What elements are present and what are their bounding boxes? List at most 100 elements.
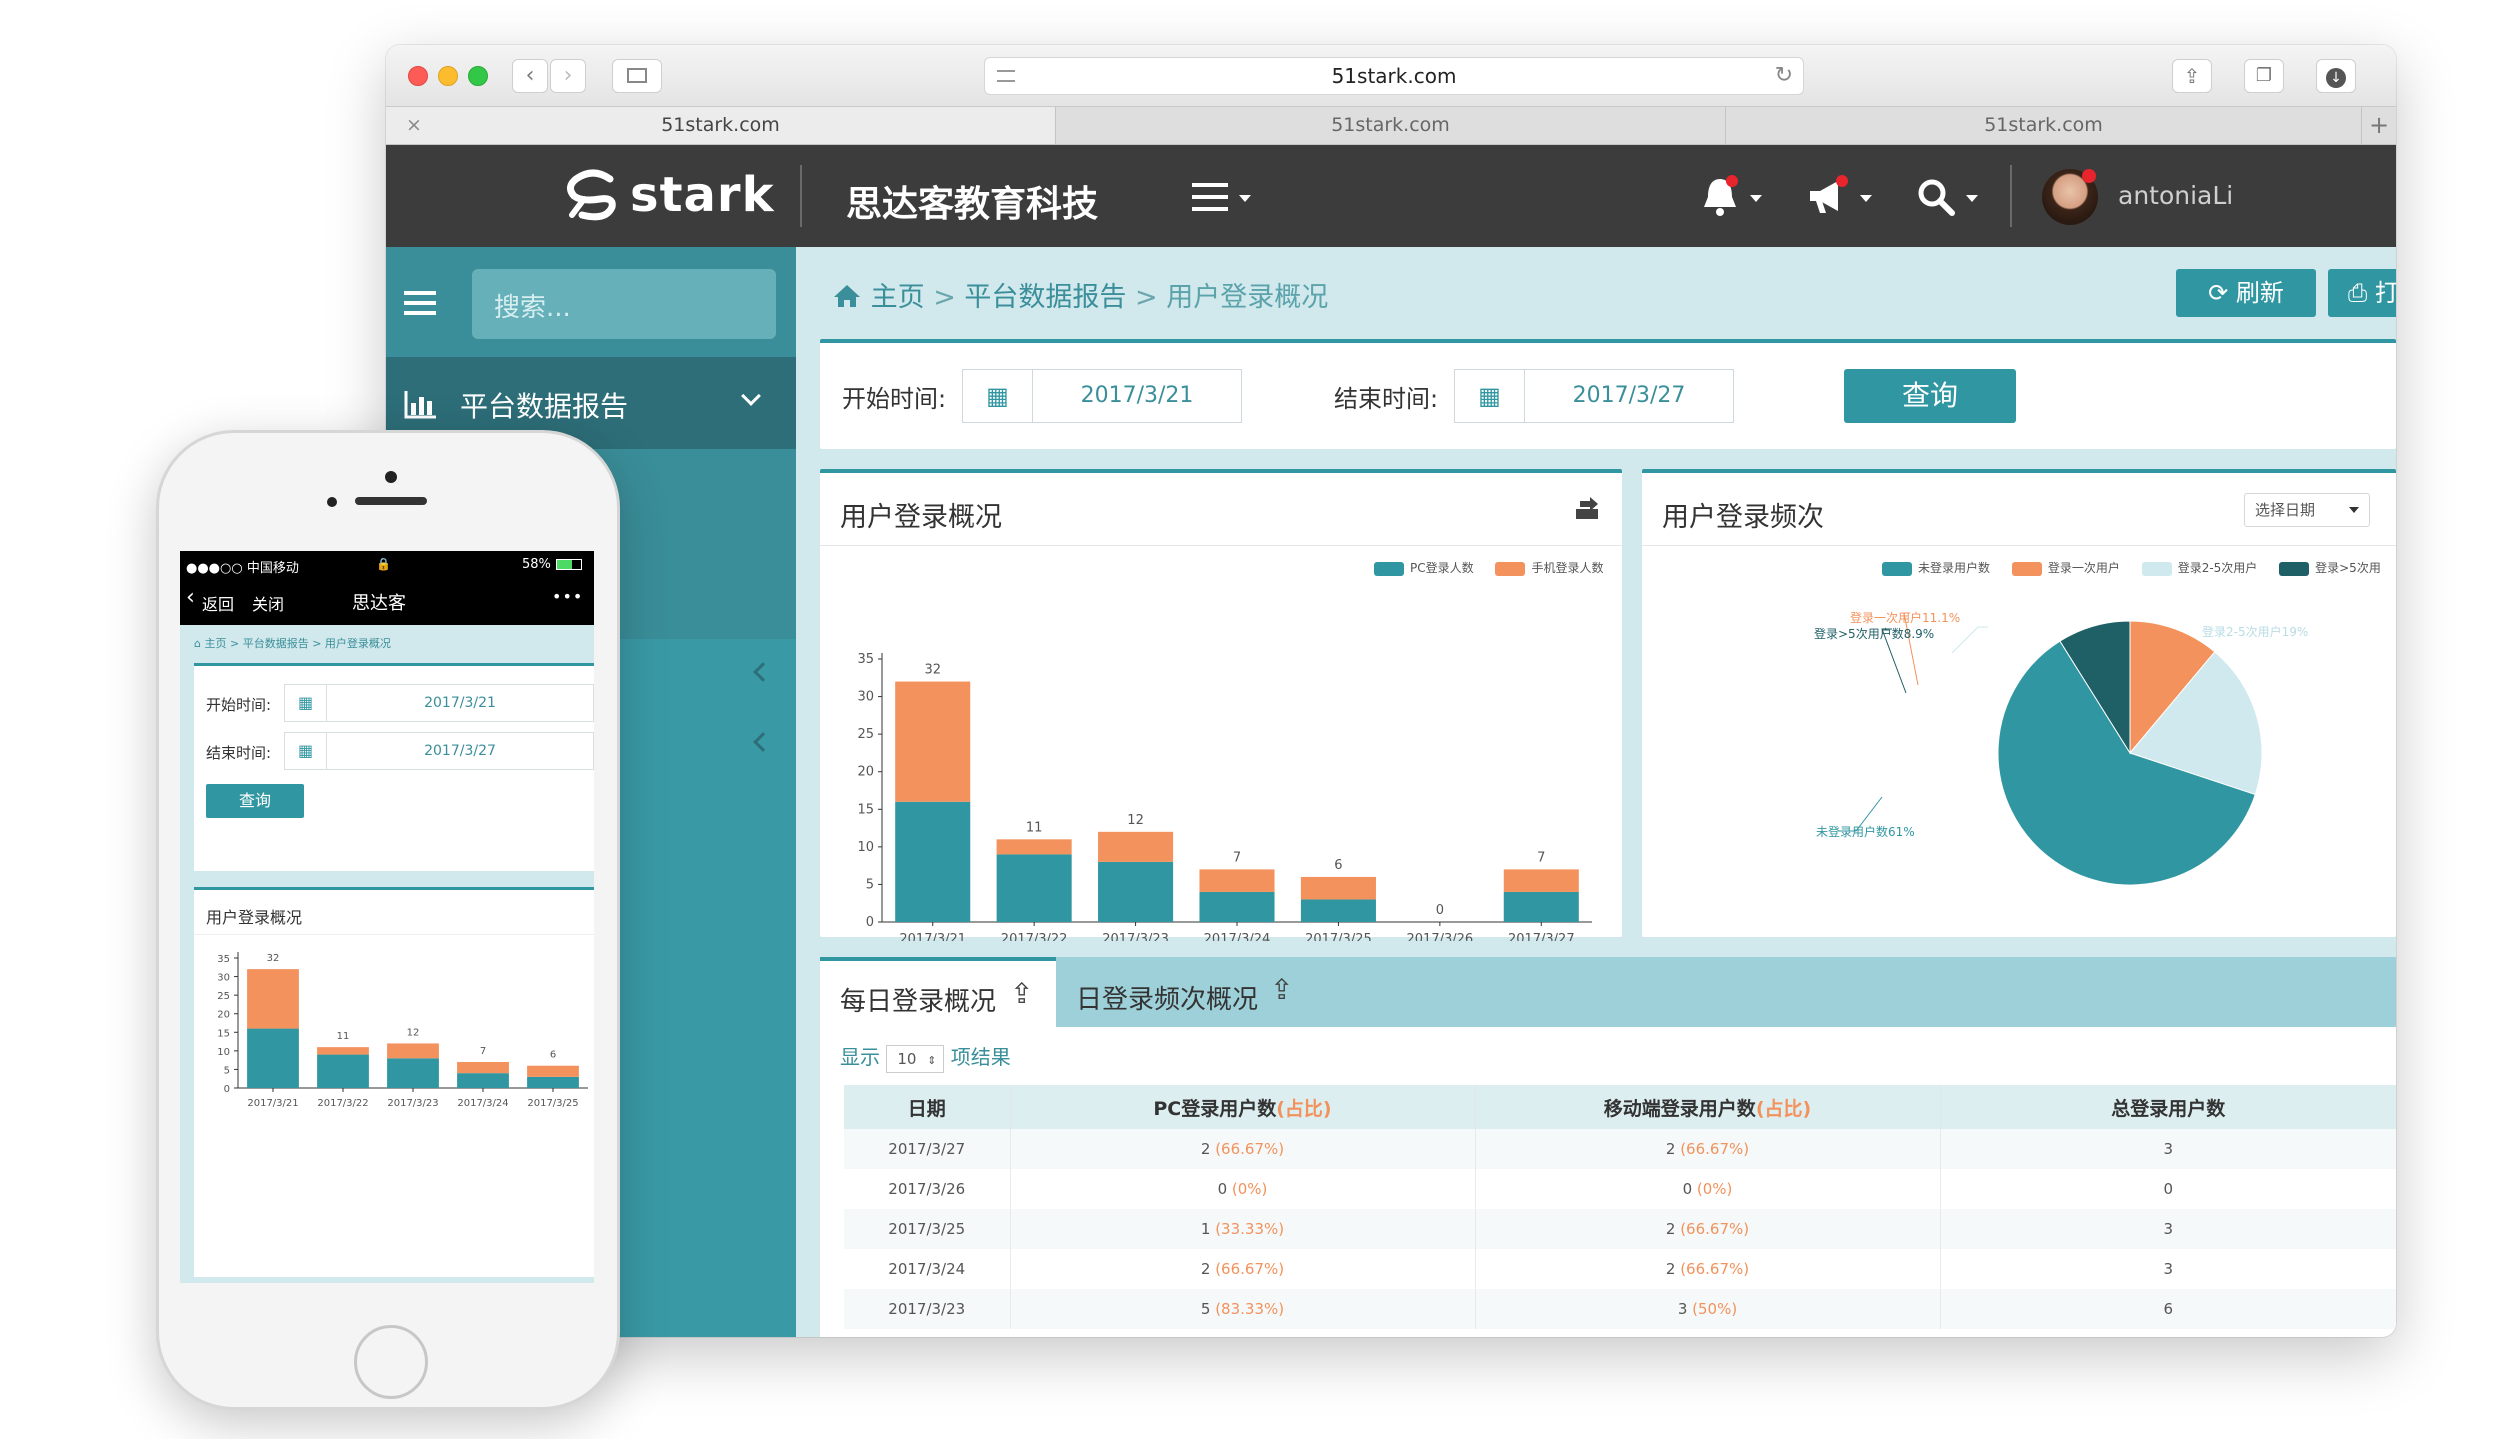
query-button[interactable]: 查询 [1844,369,2016,423]
back-button[interactable]: ‹ [512,59,548,93]
minimize-window-button[interactable] [438,66,458,86]
bar-segment[interactable] [317,1054,369,1088]
bar-segment[interactable] [247,1028,299,1088]
page-size-select[interactable]: 10 ⇕ [886,1044,945,1073]
bar-segment[interactable] [996,839,1072,855]
close-window-button[interactable] [408,66,428,86]
home-button[interactable] [354,1325,428,1399]
breadcrumb-section[interactable]: 平台数据报告 [964,282,1126,313]
table-row: 2017/3/26 0 (0%) 0 (0%) 0 [844,1169,2396,1209]
announcements-button[interactable] [1806,175,1876,219]
bell-icon [1704,175,1738,216]
browser-tab[interactable]: × 51stark.com [386,107,1056,144]
forward-button[interactable]: › [550,59,586,93]
end-time-label: 结束时间: [206,744,272,762]
avatar-status-dot [2082,169,2096,183]
sidebar-search-input[interactable]: 搜索... [472,269,776,339]
download-button[interactable]: ↓ [2316,59,2356,93]
chevron-left-icon[interactable] [753,732,773,752]
start-date-field[interactable]: ▦ 2017/3/21 [284,684,594,722]
bar-segment[interactable] [1503,869,1579,892]
bar-segment[interactable] [527,1065,579,1077]
bar-segment[interactable] [895,681,971,802]
back-link[interactable]: 返回 [202,591,234,615]
bar-segment[interactable] [387,1043,439,1059]
bar-segment[interactable] [527,1076,579,1088]
column-header-pc[interactable]: PC登录用户数(占比) [1010,1085,1476,1129]
phone-mockup: ●●●○○ 中国移动 🔒 58% ‹ 返回 关闭 思达客 ••• ⌂ 主页 > … [156,430,620,1410]
bar-segment[interactable] [1503,891,1579,922]
notifications-button[interactable] [1700,175,1770,219]
bar-total-label: 0 [1436,903,1444,918]
browser-tab[interactable]: 51stark.com [1726,107,2362,144]
tab-label: 51stark.com [1984,114,2103,136]
breadcrumb-home[interactable]: 主页 [871,282,925,313]
more-icon[interactable]: ••• [552,587,583,606]
bar-segment[interactable] [1300,876,1376,900]
brand-name: stark [630,167,775,223]
tab-label: 日登录频次概况 [1076,985,1259,1015]
stark-logo-icon [567,169,616,221]
bar-segment[interactable] [387,1058,439,1088]
bar-segment[interactable] [1098,861,1174,922]
chevron-left-icon[interactable] [753,662,773,682]
caret-down-icon [1860,195,1872,202]
column-header-total[interactable]: 总登录用户数 [1940,1085,2396,1129]
close-link[interactable]: 关闭 [252,591,284,615]
battery-icon [556,559,582,570]
date-select[interactable]: 选择日期 [2244,493,2370,527]
y-tick-label: 15 [217,1028,230,1039]
table-cell: 0 [2163,1180,2174,1198]
tab-daily-frequency[interactable]: 日登录频次概况 ⇪ [1056,957,1316,1027]
sidebar-icon [627,68,647,83]
tab-daily-login[interactable]: 每日登录概况 ⇪ [820,957,1056,1027]
new-tab-button[interactable]: + [2362,107,2396,144]
daily-login-table: 日期 PC登录用户数(占比) 移动端登录用户数(占比) 总登录用户数 2017/… [844,1085,2396,1329]
start-date-field[interactable]: ▦ 2017/3/21 [962,369,1242,423]
address-bar[interactable]: 51stark.com ↻ [984,57,1804,95]
column-header-date[interactable]: 日期 [844,1085,1011,1129]
y-tick-label: 20 [217,1010,230,1021]
browser-tab[interactable]: 51stark.com [1056,107,1726,144]
bar-segment[interactable] [1199,891,1275,922]
end-date-field[interactable]: ▦ 2017/3/27 [284,732,594,770]
sidebar-toggle-button[interactable] [612,59,662,93]
main-menu-button[interactable] [1192,183,1252,215]
y-tick-label: 5 [866,877,874,892]
bar-segment[interactable] [996,854,1072,922]
back-icon[interactable]: ‹ [186,585,195,610]
bar-segment[interactable] [457,1062,509,1074]
bar-segment[interactable] [317,1047,369,1055]
export-icon[interactable] [1572,493,1602,523]
url-text: 51stark.com [1331,64,1457,88]
bar-segment[interactable] [1098,831,1174,862]
print-button[interactable]: ⎙ 打 [2328,269,2396,317]
sidebar-toggle-button[interactable] [404,291,436,315]
bar-total-label: 6 [1334,858,1342,873]
x-tick-label: 2017/3/25 [527,1098,578,1109]
column-header-mobile[interactable]: 移动端登录用户数(占比) [1475,1085,1941,1129]
maximize-window-button[interactable] [468,66,488,86]
tab-label: 每日登录概况 [840,987,997,1017]
query-button[interactable]: 查询 [206,784,304,818]
table-cell: 3 [1940,1129,2396,1169]
bar-segment[interactable] [247,969,299,1029]
bar-segment[interactable] [1300,899,1376,922]
y-tick-label: 5 [224,1065,230,1076]
export-icon: ⇪ [1010,977,1034,1010]
download-icon: ↓ [2326,68,2346,88]
share-button[interactable]: ⇪ [2172,59,2212,93]
bar-segment[interactable] [457,1073,509,1088]
close-tab-icon[interactable]: × [406,107,422,144]
phone-screen: ●●●○○ 中国移动 🔒 58% ‹ 返回 关闭 思达客 ••• ⌂ 主页 > … [180,551,594,1283]
bar-segment[interactable] [895,801,971,922]
tabs-button[interactable]: ❐ [2244,59,2284,93]
user-menu[interactable]: antoniaLi [2042,167,2242,227]
breadcrumb-text[interactable]: 主页 > 平台数据报告 > 用户登录概况 [204,637,390,650]
refresh-button[interactable]: ⟳ 刷新 [2176,269,2316,317]
y-tick-label: 35 [857,652,874,667]
end-date-field[interactable]: ▦ 2017/3/27 [1454,369,1734,423]
reload-icon[interactable]: ↻ [1775,58,1793,94]
search-button[interactable] [1916,177,1986,221]
bar-segment[interactable] [1199,869,1275,892]
